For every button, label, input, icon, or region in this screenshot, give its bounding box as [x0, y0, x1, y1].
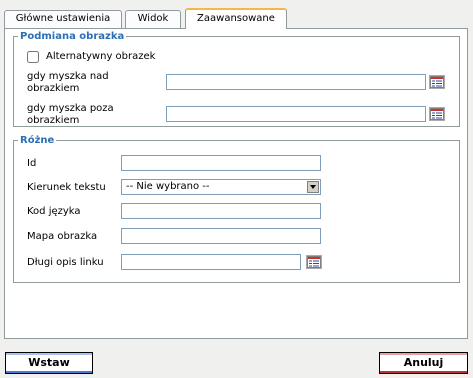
tab-panel-advanced: Podmiana obrazka Alternatywny obrazek gd…	[4, 28, 468, 339]
id-input[interactable]	[121, 155, 321, 171]
language-code-label: Kod języka	[27, 206, 81, 217]
insert-button[interactable]: Wstaw	[5, 352, 93, 374]
alt-image-label: Alternatywny obrazek	[46, 51, 156, 62]
mouse-out-label-line1: gdy myszka poza	[27, 103, 114, 114]
mouse-over-label-line1: gdy myszka nad	[27, 71, 109, 82]
cancel-button[interactable]: Anuluj	[379, 352, 468, 374]
text-direction-label: Kierunek tekstu	[27, 182, 106, 193]
text-direction-select[interactable]: -- Nie wybrano --	[121, 179, 321, 195]
tab-advanced[interactable]: Zaawansowane	[185, 8, 287, 29]
id-label: Id	[27, 158, 37, 169]
long-description-input[interactable]	[121, 254, 301, 270]
tab-appearance[interactable]: Widok	[125, 10, 181, 28]
mouse-over-label-line2: obrazkiem	[27, 83, 80, 94]
image-map-label: Mapa obrazka	[27, 231, 98, 242]
mouse-over-image-input[interactable]	[166, 74, 426, 90]
chevron-down-icon[interactable]	[307, 181, 319, 193]
image-swap-legend: Podmiana obrazka	[20, 31, 125, 42]
text-direction-value: -- Nie wybrano --	[126, 181, 210, 192]
language-code-input[interactable]	[121, 203, 321, 219]
mouse-out-image-input[interactable]	[166, 106, 426, 122]
long-description-label: Długi opis linku	[27, 257, 104, 268]
alt-image-checkbox[interactable]	[27, 51, 39, 63]
file-browser-icon[interactable]	[429, 75, 445, 89]
image-map-input[interactable]	[121, 228, 321, 244]
file-browser-icon[interactable]	[306, 255, 322, 269]
file-browser-icon[interactable]	[429, 107, 445, 121]
mouse-out-label-line2: obrazkiem	[27, 115, 80, 126]
misc-legend: Różne	[20, 135, 55, 146]
tab-general[interactable]: Główne ustawienia	[4, 10, 122, 28]
